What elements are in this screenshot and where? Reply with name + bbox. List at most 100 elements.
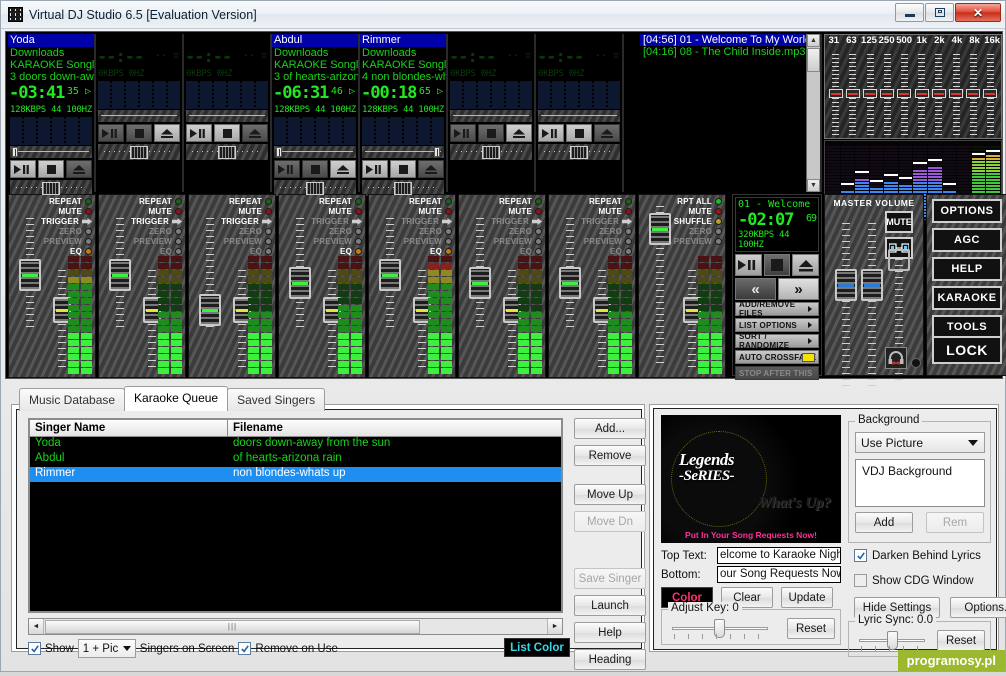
tab-saved-singers[interactable]: Saved Singers bbox=[227, 388, 326, 411]
deck-pitch-dial[interactable] bbox=[450, 144, 532, 160]
eq-slider-16k[interactable] bbox=[982, 49, 999, 137]
strip-volume-fader[interactable] bbox=[103, 217, 137, 327]
scroll-right-icon[interactable]: ► bbox=[547, 619, 562, 634]
master-stop-button[interactable] bbox=[763, 254, 791, 276]
eq-slider-handle[interactable] bbox=[828, 89, 843, 98]
fader-handle[interactable] bbox=[109, 258, 131, 291]
master-volume-fader-left[interactable] bbox=[833, 221, 859, 386]
show-cdg-checkbox[interactable] bbox=[854, 574, 867, 587]
dial-knob[interactable] bbox=[130, 145, 148, 159]
fader-handle[interactable] bbox=[199, 294, 221, 326]
strip-label[interactable]: REPEAT bbox=[221, 197, 272, 207]
karaoke-options-button[interactable]: Options... bbox=[950, 597, 1006, 618]
toggle-switch[interactable] bbox=[802, 352, 815, 362]
fader-handle[interactable] bbox=[888, 249, 910, 271]
scroll-up-icon[interactable]: ▲ bbox=[807, 34, 820, 47]
deck-play-pause-button[interactable] bbox=[450, 124, 476, 142]
queue-horizontal-scrollbar[interactable]: ◄ ||| ► bbox=[28, 618, 563, 635]
strip-label[interactable]: SHUFFLE bbox=[674, 217, 722, 227]
position-handle[interactable] bbox=[276, 147, 283, 157]
lock-button[interactable]: LOCK bbox=[932, 336, 1002, 364]
deck-stop-button[interactable] bbox=[126, 124, 152, 142]
strip-volume-fader[interactable] bbox=[643, 203, 677, 363]
scrollbar-thumb[interactable] bbox=[807, 48, 820, 72]
table-row[interactable]: Abdul of hearts-arizona rain bbox=[30, 452, 561, 467]
deck-pitch-dial[interactable] bbox=[98, 144, 180, 160]
strip-label[interactable]: ZERO bbox=[674, 227, 722, 237]
deck-position-slider[interactable] bbox=[98, 110, 180, 122]
master-volume-fader-right[interactable] bbox=[859, 221, 885, 386]
eq-slider-handle[interactable] bbox=[931, 89, 946, 98]
scroll-left-icon[interactable]: ◄ bbox=[29, 619, 44, 634]
strip-volume-fader[interactable] bbox=[193, 217, 227, 327]
strip-volume-fader[interactable] bbox=[553, 217, 587, 327]
tab-karaoke-queue[interactable]: Karaoke Queue bbox=[124, 386, 229, 411]
graphic-equalizer[interactable]: 31 63 125 250 500 1k 2k 4k 8k 16k bbox=[824, 34, 1002, 139]
deck-stop-button[interactable] bbox=[478, 124, 504, 142]
strip-label[interactable]: ZERO bbox=[491, 227, 542, 237]
eq-slider-2k[interactable] bbox=[930, 49, 947, 137]
eq-slider-handle[interactable] bbox=[914, 89, 929, 98]
eq-sliders[interactable] bbox=[825, 49, 1001, 137]
eq-slider-handle[interactable] bbox=[880, 89, 895, 98]
fader-handle[interactable] bbox=[649, 212, 671, 245]
eq-slider-handle[interactable] bbox=[845, 89, 860, 98]
eq-slider-handle[interactable] bbox=[966, 89, 981, 98]
adjust-key-reset-button[interactable]: Reset bbox=[787, 618, 835, 639]
fader-handle[interactable] bbox=[559, 266, 581, 299]
strip-label[interactable]: MUTE bbox=[491, 207, 542, 217]
deck-eject-button[interactable] bbox=[506, 124, 532, 142]
strip-label[interactable]: ZERO bbox=[41, 227, 92, 237]
background-mode-combo[interactable]: Use Picture bbox=[855, 432, 985, 453]
darken-behind-lyrics-checkbox[interactable] bbox=[854, 549, 867, 562]
strip-label[interactable]: REPEAT bbox=[41, 197, 92, 207]
strip-label-trigger[interactable]: TRIGGER bbox=[221, 217, 272, 227]
remove-on-use-checkbox[interactable] bbox=[238, 642, 252, 655]
column-header-singer[interactable]: Singer Name bbox=[30, 420, 228, 436]
strip-label[interactable]: RPT ALL bbox=[674, 197, 722, 207]
eq-slider-1k[interactable] bbox=[913, 49, 930, 137]
deck-eject-button[interactable] bbox=[154, 124, 180, 142]
bottom-text-input[interactable]: our Song Requests Now! bbox=[717, 566, 841, 583]
tab-music-database[interactable]: Music Database bbox=[19, 388, 126, 411]
master-menu-sort-randomize[interactable]: SORT / RANDOMIZE bbox=[735, 332, 819, 350]
deck-position-slider[interactable] bbox=[10, 146, 92, 158]
deck-play-pause-button[interactable] bbox=[362, 160, 388, 178]
close-button[interactable]: ✕ bbox=[955, 3, 1001, 22]
master-menu-list-options[interactable]: LIST OPTIONS bbox=[735, 318, 819, 332]
table-row[interactable]: Yoda doors down-away from the sun bbox=[30, 437, 561, 452]
playlist-items[interactable]: [04:56] 01 - Welcome To My World.mp3[04:… bbox=[640, 34, 806, 192]
scroll-down-icon[interactable]: ▼ bbox=[807, 179, 820, 192]
master-menu-add-remove-files[interactable]: ADD/REMOVE FILES bbox=[735, 300, 819, 318]
fader-handle[interactable] bbox=[289, 266, 311, 299]
strip-label-trigger[interactable]: TRIGGER bbox=[41, 217, 92, 227]
strip-label[interactable]: MUTE bbox=[131, 207, 182, 217]
eq-slider-4k[interactable] bbox=[947, 49, 964, 137]
deck-play-pause-button[interactable] bbox=[10, 160, 36, 178]
strip-label[interactable]: ZERO bbox=[311, 227, 362, 237]
strip-label[interactable]: MUTE bbox=[581, 207, 632, 217]
strip-label[interactable]: MUTE bbox=[674, 207, 722, 217]
deck-stop-button[interactable] bbox=[390, 160, 416, 178]
master-eject-button[interactable] bbox=[792, 254, 820, 276]
eq-slider-handle[interactable] bbox=[897, 89, 912, 98]
playlist-item[interactable]: [04:56] 01 - Welcome To My World.mp3 bbox=[640, 34, 806, 46]
minimize-button[interactable] bbox=[895, 3, 924, 22]
strip-label-trigger[interactable]: TRIGGER bbox=[311, 217, 362, 227]
table-row[interactable]: Rimmer non blondes-whats up bbox=[30, 467, 561, 482]
deck-stop-button[interactable] bbox=[302, 160, 328, 178]
strip-volume-fader[interactable] bbox=[373, 217, 407, 327]
queue-button-add[interactable]: Add... bbox=[574, 418, 646, 439]
queue-button-move-up[interactable]: Move Up bbox=[574, 484, 646, 505]
eq-slider-31[interactable] bbox=[827, 49, 844, 137]
strip-label-trigger[interactable]: TRIGGER bbox=[401, 217, 452, 227]
strip-label[interactable]: ZERO bbox=[581, 227, 632, 237]
eq-slider-63[interactable] bbox=[844, 49, 861, 137]
queue-button-help[interactable]: Help bbox=[574, 622, 646, 643]
fader-handle[interactable] bbox=[379, 258, 401, 291]
strip-label[interactable]: MUTE bbox=[311, 207, 362, 217]
queue-button-heading[interactable]: Heading bbox=[574, 649, 646, 670]
background-list-item[interactable]: VDJ Background bbox=[862, 464, 952, 478]
eq-slider-handle[interactable] bbox=[949, 89, 964, 98]
lyric-sync-slider[interactable] bbox=[853, 629, 931, 651]
